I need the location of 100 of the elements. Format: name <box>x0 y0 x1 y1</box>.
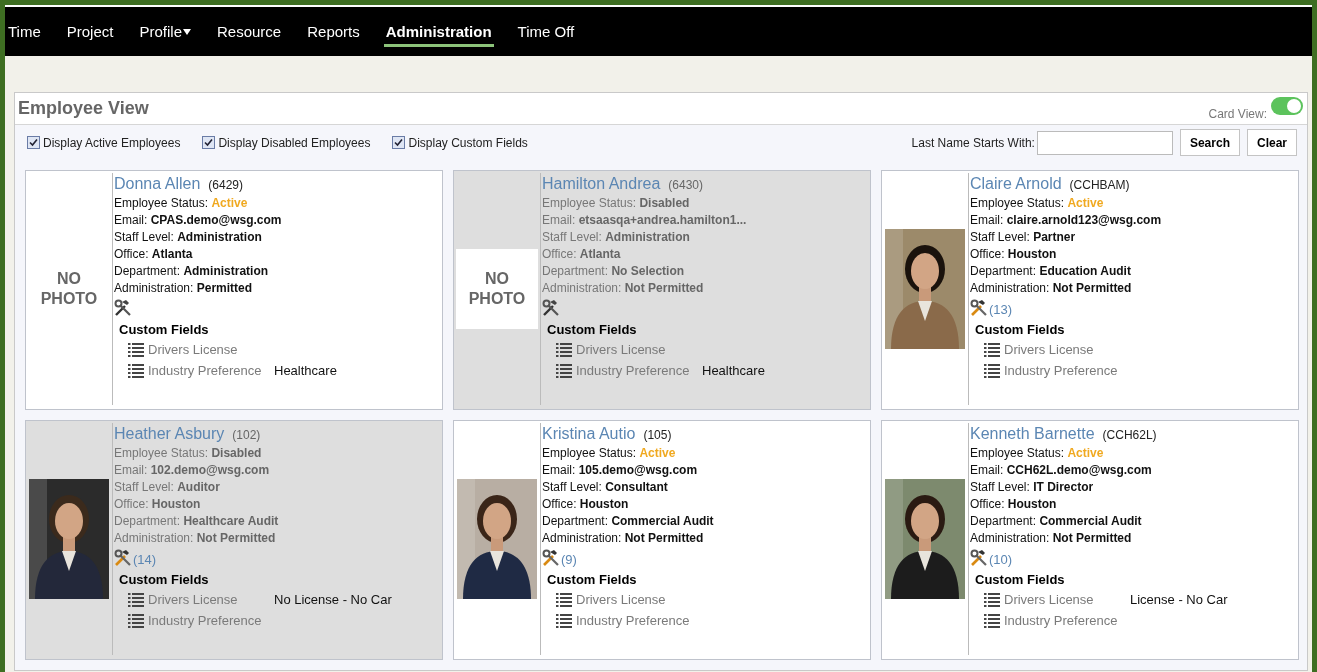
detail-line: Office: Houston <box>542 496 630 513</box>
checkbox[interactable] <box>202 136 216 149</box>
detail-line: Department: Healthcare Audit <box>114 513 280 530</box>
detail-line: Administration: Not Permitted <box>114 530 277 547</box>
custom-field-value: Healthcare <box>702 363 766 378</box>
custom-field-label: Industry Preference <box>576 613 690 628</box>
custom-fields-heading: Custom Fields <box>547 322 638 337</box>
detail-line: Office: Houston <box>114 496 202 513</box>
checkbox-label: Display Custom Fields <box>408 135 528 150</box>
panel-title: Employee View <box>18 98 149 119</box>
employee-name[interactable]: Kenneth Barnette <box>970 425 1095 443</box>
tools-icon[interactable] <box>970 299 988 317</box>
tools-icon[interactable] <box>114 299 132 317</box>
detail-line: Staff Level: Consultant <box>542 479 669 496</box>
custom-fields-heading: Custom Fields <box>975 572 1066 587</box>
action-button[interactable]: Clear <box>1246 129 1297 156</box>
checkbox[interactable] <box>27 136 40 149</box>
nav-tab[interactable]: Resource <box>217 7 295 56</box>
status-line: Employee Status: Disabled <box>114 445 263 462</box>
employee-code: (CCH62L) <box>1102 428 1157 442</box>
nav-tab[interactable]: Administration <box>385 7 505 56</box>
employee-code: (6429) <box>208 178 243 192</box>
checkbox[interactable] <box>392 136 406 149</box>
list-icon <box>128 342 144 357</box>
nav-tab[interactable]: Profile <box>139 7 204 56</box>
custom-field-label: Drivers License <box>576 592 666 607</box>
employee-code: (102) <box>232 428 261 442</box>
detail-line: Email: 102.demo@wsg.com <box>114 462 271 479</box>
tools-count-link[interactable]: (9) <box>561 552 577 567</box>
no-photo-text: NO PHOTO <box>39 269 99 309</box>
custom-field-label: Drivers License <box>576 342 666 357</box>
detail-line: Administration: Not Permitted <box>970 280 1133 297</box>
detail-line: Administration: Not Permitted <box>542 530 705 547</box>
list-icon <box>128 613 144 628</box>
employee-name[interactable]: Claire Arnold <box>970 175 1062 193</box>
list-icon <box>984 613 1000 628</box>
custom-fields-heading: Custom Fields <box>975 322 1066 337</box>
status-line: Employee Status: Active <box>542 445 677 462</box>
list-icon <box>984 363 1000 378</box>
status-line: Employee Status: Active <box>970 195 1105 212</box>
detail-line: Email: etsaasqa+andrea.hamilton1... <box>542 212 748 229</box>
custom-field-label: Drivers License <box>1004 342 1094 357</box>
custom-fields-heading: Custom Fields <box>119 572 210 587</box>
custom-field-label: Drivers License <box>1004 592 1094 607</box>
detail-line: Email: claire.arnold123@wsg.com <box>970 212 1163 229</box>
detail-line: Administration: Not Permitted <box>542 280 705 297</box>
custom-field-value: No License - No Car <box>274 592 393 607</box>
custom-fields-heading: Custom Fields <box>119 322 210 337</box>
list-icon <box>556 613 572 628</box>
search-label: Last Name Starts With: <box>911 135 1035 150</box>
custom-field-value: Healthcare <box>274 363 338 378</box>
detail-line: Department: No Selection <box>542 263 686 280</box>
detail-line: Email: CPAS.demo@wsg.com <box>114 212 283 229</box>
tools-icon[interactable] <box>970 549 988 567</box>
custom-field-label: Industry Preference <box>1004 363 1118 378</box>
detail-line: Staff Level: Administration <box>114 229 263 246</box>
nav-tab[interactable]: Time <box>8 7 54 56</box>
detail-line: Staff Level: Auditor <box>114 479 221 496</box>
employee-code: (CCHBAM) <box>1069 178 1130 192</box>
nav-tab[interactable]: Project <box>66 7 127 56</box>
tools-count-link[interactable]: (10) <box>989 552 1013 567</box>
custom-field-label: Industry Preference <box>576 363 690 378</box>
custom-field-label: Industry Preference <box>148 363 262 378</box>
detail-line: Staff Level: Partner <box>970 229 1077 246</box>
tools-count-link[interactable]: (13) <box>989 302 1013 317</box>
card-view-toggle[interactable] <box>1271 97 1303 115</box>
detail-line: Email: CCH62L.demo@wsg.com <box>970 462 1153 479</box>
employee-code: (105) <box>643 428 672 442</box>
custom-field-label: Drivers License <box>148 342 238 357</box>
detail-line: Office: Atlanta <box>542 246 622 263</box>
detail-line: Department: Administration <box>114 263 270 280</box>
detail-line: Department: Commercial Audit <box>970 513 1143 530</box>
detail-line: Office: Houston <box>970 246 1058 263</box>
list-icon <box>556 592 572 607</box>
nav-tab[interactable]: Reports <box>307 7 373 56</box>
no-photo-text: NO PHOTO <box>467 269 527 309</box>
tools-icon[interactable] <box>542 549 560 567</box>
custom-field-label: Industry Preference <box>148 613 262 628</box>
detail-line: Administration: Not Permitted <box>970 530 1133 547</box>
custom-field-label: Drivers License <box>148 592 238 607</box>
detail-line: Administration: Permitted <box>114 280 254 297</box>
custom-field-value: License - No Car <box>1130 592 1229 607</box>
action-button[interactable]: Search <box>1179 129 1240 156</box>
status-line: Employee Status: Active <box>114 195 249 212</box>
status-line: Employee Status: Active <box>970 445 1105 462</box>
list-icon <box>984 342 1000 357</box>
card-view-label: Card View: <box>1208 107 1267 121</box>
checkbox-label: Display Active Employees <box>43 135 181 150</box>
last-name-field[interactable] <box>1036 130 1173 155</box>
nav-tab[interactable]: Time Off <box>517 7 588 56</box>
list-icon <box>556 342 572 357</box>
list-icon <box>128 592 144 607</box>
detail-line: Office: Atlanta <box>114 246 194 263</box>
custom-field-label: Industry Preference <box>1004 613 1118 628</box>
detail-line: Department: Commercial Audit <box>542 513 715 530</box>
employee-name[interactable]: Donna Allen <box>114 175 201 193</box>
detail-line: Email: 105.demo@wsg.com <box>542 462 699 479</box>
employee-name[interactable]: Kristina Autio <box>542 425 636 443</box>
detail-line: Staff Level: IT Director <box>970 479 1095 496</box>
checkbox-label: Display Disabled Employees <box>218 135 371 150</box>
